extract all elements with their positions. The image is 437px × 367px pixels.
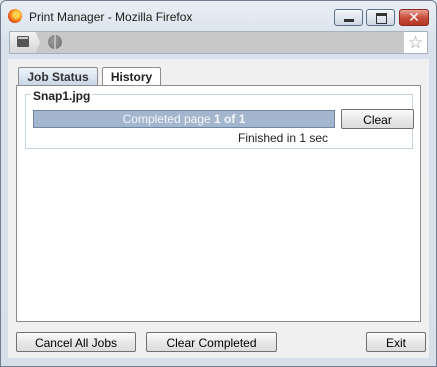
minimize-button[interactable] [334, 9, 363, 26]
browser-window: Print Manager - Mozilla Firefox ✕ ☆ Job … [0, 0, 437, 367]
finished-text: Finished in 1 sec [238, 131, 329, 145]
bookmark-star-icon[interactable]: ☆ [404, 32, 427, 53]
clear-button[interactable]: Clear [341, 109, 414, 129]
job-group: Snap1.jpg Completed page 1 of 1 Clear Fi… [25, 89, 414, 149]
progress-text: Completed page 1 of 1 [122, 112, 246, 126]
close-button[interactable]: ✕ [399, 9, 429, 26]
clear-completed-button[interactable]: Clear Completed [146, 332, 277, 352]
close-icon: ✕ [408, 9, 420, 25]
page-icon [17, 36, 29, 47]
tab-history[interactable]: History [102, 67, 161, 87]
exit-button[interactable]: Exit [366, 332, 426, 352]
cancel-all-jobs-button[interactable]: Cancel All Jobs [16, 332, 136, 352]
minimize-icon [344, 19, 354, 22]
globe-icon [48, 35, 62, 49]
maximize-button[interactable] [366, 9, 395, 26]
address-bar[interactable]: ☆ [9, 31, 428, 54]
print-manager-content: Job Status History Snap1.jpg Completed p… [8, 59, 429, 358]
page-identity-button[interactable] [10, 32, 40, 53]
job-progress-bar: Completed page 1 of 1 [33, 110, 335, 128]
tab-panel: Snap1.jpg Completed page 1 of 1 Clear Fi… [16, 85, 421, 322]
window-title: Print Manager - Mozilla Firefox [29, 10, 193, 24]
title-bar[interactable]: Print Manager - Mozilla Firefox ✕ [1, 1, 436, 31]
job-name: Snap1.jpg [31, 89, 93, 103]
maximize-icon [376, 13, 387, 24]
tab-job-status[interactable]: Job Status [18, 67, 98, 86]
firefox-icon [8, 9, 22, 23]
